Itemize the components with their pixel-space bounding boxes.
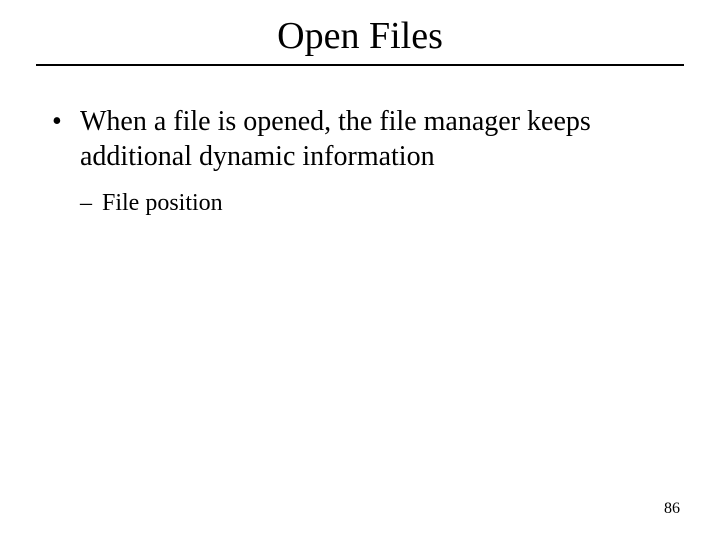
title-underline (36, 64, 684, 66)
sub-bullet-text: File position (102, 188, 223, 219)
page-number: 86 (664, 500, 680, 518)
bullet-item: • When a file is opened, the file manage… (52, 104, 668, 174)
bullet-text: When a file is opened, the file manager … (80, 104, 668, 174)
sub-bullet-item: – File position (80, 188, 668, 219)
slide: Open Files • When a file is opened, the … (0, 0, 720, 540)
slide-body: • When a file is opened, the file manage… (52, 104, 668, 219)
slide-title: Open Files (277, 14, 443, 58)
title-container: Open Files (0, 0, 720, 58)
bullet-marker: • (52, 104, 80, 139)
sub-bullet-marker: – (80, 188, 102, 219)
